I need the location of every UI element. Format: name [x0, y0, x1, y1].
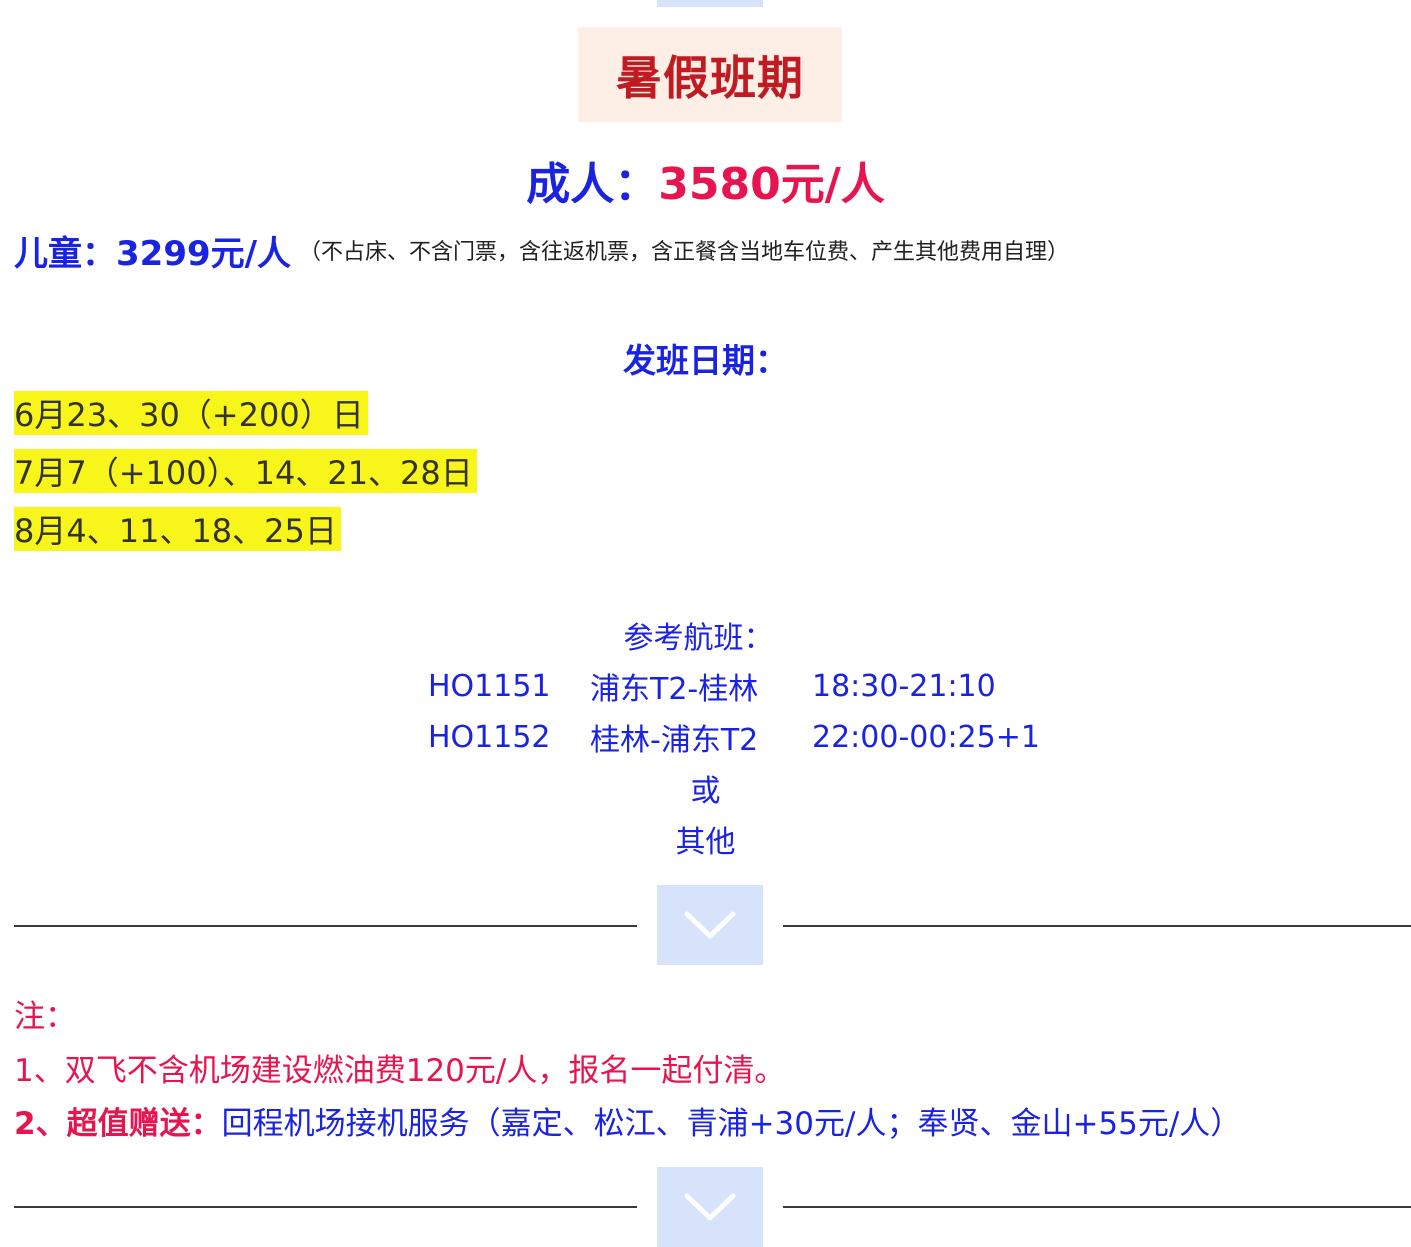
top-divider-chip	[657, 0, 763, 7]
divider-line-right	[783, 925, 1411, 927]
date-row: 6月23、30（+200）日	[14, 391, 368, 435]
note-item-1: 1、双飞不含机场建设燃油费120元/人，报名一起付清。	[14, 1052, 786, 1089]
notes-heading: 注：	[14, 998, 76, 1035]
note-item-2-label: 2、超值赠送：	[14, 1105, 222, 1142]
child-price-line: 儿童：3299元/人 （不占床、不含门票，含往返机票，含正餐含当地车位费、产生其…	[14, 222, 1069, 278]
child-price: 儿童：3299元/人	[14, 233, 292, 274]
divider-line-right	[783, 1206, 1411, 1208]
divider-line-left	[14, 1206, 637, 1208]
chevron-down-icon	[684, 911, 736, 939]
flight-or: 或	[690, 774, 721, 809]
flight-code: HO1152	[428, 719, 551, 755]
flights-heading: 参考航班：	[0, 612, 1411, 658]
divider-chevron-box	[657, 885, 763, 965]
flight-row: HO1152 桂林-浦东T2 22:00-00:25+1	[428, 713, 1040, 761]
adult-price: 3580元/人	[658, 159, 885, 210]
flight-route: 浦东T2-桂林	[590, 672, 759, 707]
date-row: 8月4、11、18、25日	[14, 507, 341, 551]
note-item-2: 2、超值赠送： 回程机场接机服务（嘉定、松江、青浦+30元/人；奉贤、金山+55…	[14, 1095, 1241, 1145]
flight-row: HO1151 浦东T2-桂林 18:30-21:10	[428, 662, 996, 710]
flight-time: 22:00-00:25+1	[812, 719, 1040, 755]
flight-time: 18:30-21:10	[812, 668, 996, 704]
date-row: 7月7（+100）、14、21、28日	[14, 449, 477, 493]
flights-heading-text: 参考航班：	[623, 621, 774, 656]
divider-chevron-box	[657, 1167, 763, 1247]
flight-code: HO1151	[428, 668, 551, 704]
section-title: 暑假班期	[616, 50, 804, 105]
section-title-box: 暑假班期	[578, 27, 842, 122]
divider-line-left	[14, 925, 637, 927]
flight-other: 其他	[675, 825, 736, 860]
flight-route: 桂林-浦东T2	[590, 723, 759, 758]
chevron-down-icon	[684, 1193, 736, 1221]
adult-label: 成人：	[526, 159, 659, 210]
child-price-note: （不占床、不含门票，含往返机票，含正餐含当地车位费、产生其他费用自理）	[299, 240, 1070, 265]
dates-heading: 发班日期：	[623, 341, 788, 380]
adult-price-line: 成人： 3580元/人	[0, 148, 1411, 212]
note-item-2-text: 回程机场接机服务（嘉定、松江、青浦+30元/人；奉贤、金山+55元/人）	[221, 1105, 1242, 1142]
